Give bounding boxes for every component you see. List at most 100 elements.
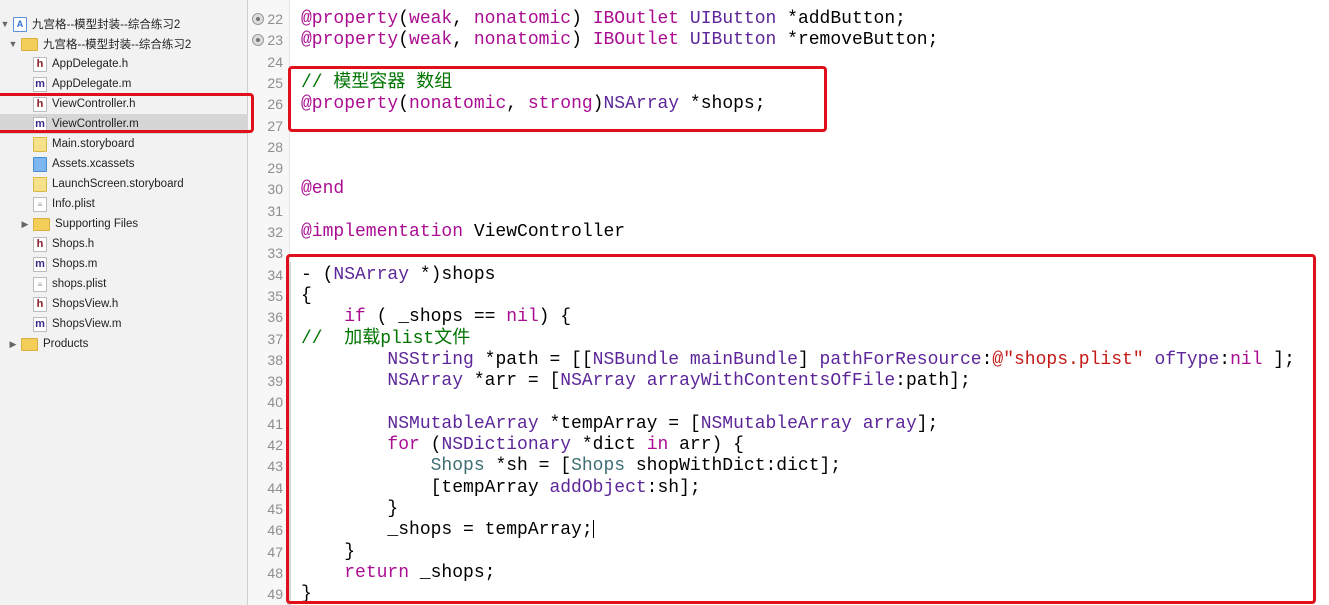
line-number: 38 [267, 351, 283, 368]
disclosure-collapsed-icon[interactable]: ▶ [8, 339, 18, 350]
code-token: , [452, 30, 474, 51]
line-number: 29 [267, 160, 283, 177]
project-icon: A [13, 16, 27, 32]
code-token: IBOutlet [592, 30, 680, 51]
code-token: nonatomic [473, 9, 572, 29]
disclosure-expanded-icon[interactable]: ▼ [8, 39, 18, 49]
navigator-item-label: 九宫格--模型封装--综合练习2 [32, 19, 181, 31]
code-token: ) [571, 9, 593, 29]
header-file-icon: h [33, 56, 47, 72]
code-token: UIButton [689, 30, 777, 51]
navigator-item[interactable]: ▼ A 九宫格--模型封装--综合练习2 [0, 14, 248, 34]
navigator-item-label: LaunchScreen.storyboard [52, 178, 184, 190]
navigator-item-label: Info.plist [52, 198, 95, 210]
code-token: *removeButton; [776, 30, 939, 51]
code-token: @implementation [301, 222, 464, 242]
line-number: 47 [267, 543, 283, 560]
code-token: *addButton; [776, 9, 906, 29]
navigator-item-label: Shops.h [52, 238, 95, 250]
code-token: weak [409, 30, 453, 51]
highlight-box-property [288, 66, 827, 132]
line-number: 45 [267, 500, 283, 517]
header-file-icon: h [33, 296, 47, 312]
line-number: 41 [267, 415, 283, 432]
storyboard-icon [33, 136, 47, 152]
navigator-item[interactable]: ▼ 九宫格--模型封装--综合练习2 [0, 34, 248, 54]
implementation-file-icon: m [33, 76, 47, 92]
code-token: UIButton [689, 9, 777, 29]
line-number: 40 [267, 394, 283, 411]
implementation-file-icon: m [33, 316, 47, 332]
line-number: 44 [267, 479, 283, 496]
code-token: weak [409, 9, 453, 29]
line-number: 49 [267, 586, 283, 603]
navigator-item-label: Supporting Files [55, 218, 139, 230]
navigator-item[interactable]: Main.storyboard [0, 134, 248, 154]
navigator-item[interactable]: h AppDelegate.h [0, 54, 248, 74]
navigator-item[interactable]: h Shops.h [0, 234, 248, 254]
navigator-item[interactable]: ≡ shops.plist [0, 274, 248, 294]
assets-icon [33, 156, 47, 172]
line-number-gutter: 22 23 24 25 26 27 28 29 30 31 32 33 34 35 36 37 38 39 40 41… [248, 0, 290, 605]
navigator-item[interactable]: Assets.xcassets [0, 154, 248, 174]
code-token: @property [301, 30, 399, 51]
line-number: 30 [267, 181, 283, 198]
navigator-item-label: 九宫格--模型封装--综合练习2 [43, 39, 192, 51]
line-number: 48 [267, 564, 283, 581]
line-number: 28 [267, 138, 283, 155]
highlight-box-shops-getter [286, 254, 1316, 604]
navigator-item[interactable]: LaunchScreen.storyboard [0, 174, 248, 194]
implementation-file-icon: m [33, 256, 47, 272]
code-token: , [452, 9, 474, 29]
navigator-item-label: ShopsView.h [52, 298, 119, 310]
line-number: 24 [267, 53, 283, 70]
code-line: @end [301, 179, 344, 200]
line-number: 39 [267, 373, 283, 390]
line-number: 32 [267, 224, 283, 240]
navigator-item[interactable]: h ShopsView.h [0, 294, 248, 314]
disclosure-collapsed-icon[interactable]: ▶ [20, 219, 30, 230]
navigator-item-label: AppDelegate.h [52, 58, 129, 70]
line-number: 42 [267, 437, 283, 453]
code-token: ( [398, 9, 410, 29]
line-number: 46 [267, 522, 283, 539]
navigator-item-label: AppDelegate.m [52, 78, 132, 90]
navigator-item-label: Assets.xcassets [52, 158, 135, 170]
code-line: @property(weak, nonatomic) IBOutlet UIBu… [301, 9, 906, 30]
navigator-item-label: shops.plist [52, 278, 107, 290]
navigator-item[interactable]: m AppDelegate.m [0, 74, 248, 94]
line-number: 25 [267, 74, 283, 91]
code-token: @end [301, 179, 345, 200]
code-token: IBOutlet [592, 9, 680, 29]
code-token: ) [571, 30, 593, 51]
line-number: 31 [267, 202, 283, 219]
navigator-item[interactable]: ≡ Info.plist [0, 194, 248, 214]
plist-file-icon: ≡ [33, 196, 47, 212]
code-token: ( [398, 30, 410, 51]
line-number: 36 [267, 309, 283, 326]
navigator-item[interactable]: m Shops.m [0, 254, 248, 274]
code-line: @implementation ViewController [301, 222, 625, 243]
plist-file-icon: ≡ [33, 276, 47, 292]
highlight-box-selected-file [0, 93, 254, 133]
folder-icon [33, 217, 50, 231]
folder-icon [21, 37, 38, 51]
navigator-item-label: ShopsView.m [52, 318, 122, 330]
line-number: 37 [267, 330, 283, 347]
folder-icon [21, 337, 38, 351]
navigator-item[interactable]: ▶ Supporting Files [0, 214, 248, 234]
line-number: 35 [267, 287, 283, 304]
outlet-connection-icon[interactable] [252, 13, 264, 25]
navigator-item-label: Shops.m [52, 258, 98, 270]
navigator-item[interactable]: ▶ Products [0, 334, 248, 354]
code-line: @property(weak, nonatomic) IBOutlet UIBu… [301, 30, 938, 51]
navigator-item-label: Main.storyboard [52, 138, 135, 150]
header-file-icon: h [33, 236, 47, 252]
code-token: ViewController [463, 222, 626, 242]
navigator-item[interactable]: m ShopsView.m [0, 314, 248, 334]
code-token: @property [301, 9, 399, 29]
disclosure-expanded-icon[interactable]: ▼ [0, 19, 10, 29]
storyboard-icon [33, 176, 47, 192]
